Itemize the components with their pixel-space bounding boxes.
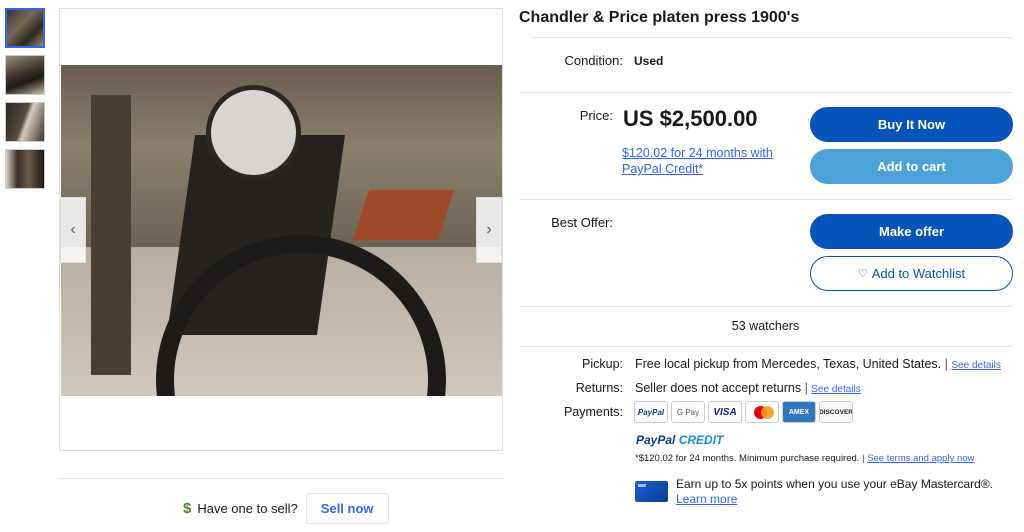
condition-label: Condition:: [564, 53, 623, 68]
credit-terms-link[interactable]: See terms and apply now: [867, 453, 974, 464]
pickup-value: Free local pickup from Mercedes, Texas, …: [635, 357, 942, 371]
thumbnail-2[interactable]: [5, 55, 45, 95]
make-offer-label: Make offer: [878, 224, 945, 239]
thumbnail-3[interactable]: [5, 102, 45, 142]
separator: |: [944, 357, 948, 371]
product-photo: [61, 65, 502, 396]
heart-icon: ♡: [857, 268, 868, 280]
ebay-mastercard-icon: [635, 481, 668, 502]
sell-bar: $ Have one to sell? Sell now: [59, 478, 503, 532]
divider: [519, 346, 1012, 347]
buy-it-now-button[interactable]: Buy It Now: [810, 107, 1013, 142]
credit-note: *$120.02 for 24 months. Minimum purchase…: [635, 453, 974, 464]
watchers-count: 53 watchers: [731, 319, 800, 333]
buy-it-now-label: Buy It Now: [877, 117, 946, 132]
thumbnail-image: [7, 10, 43, 46]
pickup-row: Free local pickup from Mercedes, Texas, …: [635, 357, 1001, 371]
pickup-label: Pickup:: [582, 357, 623, 371]
paypal-credit-word-1: PayPal: [636, 433, 676, 447]
thumbnail-image: [6, 150, 44, 188]
add-to-watchlist-label: Add to Watchlist: [871, 266, 966, 281]
photo-feed-table: [352, 190, 455, 240]
amex-icon: AMEX: [782, 401, 816, 423]
best-offer-label: Best Offer:: [551, 215, 613, 230]
separator: |: [862, 453, 865, 464]
divider: [519, 199, 1012, 200]
mastercard-promo: Earn up to 5x points when you use your e…: [676, 477, 993, 507]
photo-ink-disk: [206, 85, 301, 180]
dollar-icon: $: [183, 500, 192, 517]
add-to-cart-button[interactable]: Add to cart: [810, 149, 1013, 184]
thumbnail-image: [6, 56, 44, 94]
divider: [519, 306, 1012, 307]
condition-value: Used: [634, 54, 664, 68]
sell-prompt: Have one to sell?: [197, 501, 298, 516]
add-to-watchlist-button[interactable]: ♡ Add to Watchlist: [810, 256, 1013, 291]
item-title: Chandler & Price platen press 1900's: [519, 9, 800, 26]
paypal-credit-logo: PayPal CREDIT: [636, 433, 723, 447]
paypal-credit-link[interactable]: $120.02 for 24 months with PayPal Credit…: [622, 145, 797, 177]
add-to-cart-label: Add to cart: [877, 159, 946, 174]
returns-value: Seller does not accept returns: [635, 381, 802, 395]
divider: [519, 92, 1012, 93]
google-pay-icon: G Pay: [671, 401, 705, 423]
prev-image-button[interactable]: ‹: [60, 197, 86, 263]
learn-more-link[interactable]: Learn more: [676, 492, 993, 507]
divider: [530, 37, 1012, 38]
make-offer-button[interactable]: Make offer: [810, 214, 1013, 249]
thumbnail-4[interactable]: [5, 149, 45, 189]
item-price: US $2,500.00: [623, 106, 758, 131]
thumbnail-1[interactable]: [5, 8, 45, 48]
visa-icon: VISA: [708, 401, 742, 423]
mastercard-icon: [745, 401, 779, 423]
next-image-button[interactable]: ›: [476, 197, 502, 263]
pickup-see-details-link[interactable]: See details: [951, 360, 1000, 371]
returns-see-details-link[interactable]: See details: [811, 384, 860, 395]
main-image-viewer[interactable]: ‹ ›: [59, 8, 503, 451]
price-label: Price:: [579, 108, 613, 123]
credit-note-text: *$120.02 for 24 months. Minimum purchase…: [635, 453, 860, 464]
discover-icon: DISCOVER: [819, 401, 853, 423]
payment-methods: PayPal G Pay VISA AMEX DISCOVER: [634, 401, 853, 423]
payments-label: Payments:: [563, 405, 623, 419]
separator: |: [804, 381, 808, 395]
paypal-credit-word-2: CREDIT: [678, 433, 724, 447]
returns-label: Returns:: [575, 381, 623, 395]
returns-row: Seller does not accept returns | See det…: [635, 381, 861, 395]
thumbnail-image: [6, 103, 44, 141]
paypal-icon: PayPal: [634, 401, 668, 423]
sell-now-button[interactable]: Sell now: [305, 493, 389, 524]
chevron-left-icon: ‹: [70, 221, 76, 238]
photo-pillar: [91, 95, 131, 375]
thumbnail-strip: [5, 8, 45, 196]
chevron-right-icon: ›: [486, 221, 492, 238]
mastercard-promo-text: Earn up to 5x points when you use your e…: [676, 477, 994, 491]
